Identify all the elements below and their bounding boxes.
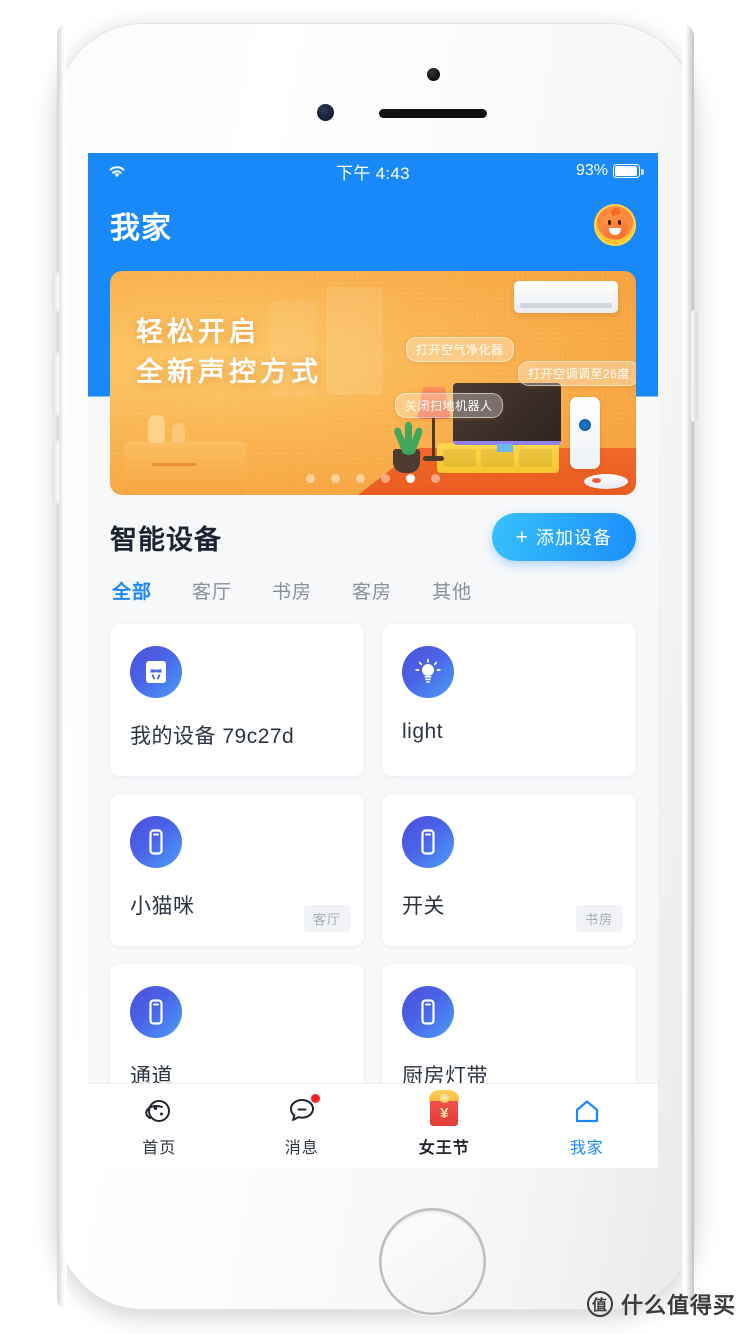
tab-item-messages[interactable]: 消息 bbox=[231, 1092, 374, 1158]
planet-icon bbox=[143, 1095, 175, 1127]
home-button[interactable] bbox=[379, 1208, 486, 1315]
add-device-label: 添加设备 bbox=[536, 528, 612, 548]
device-card[interactable]: 开关 书房 bbox=[382, 794, 636, 946]
device-name: 我的设备 79c27d bbox=[130, 725, 295, 748]
room-tab[interactable]: 客厅 bbox=[192, 577, 232, 604]
phone-screen: 下午 4:43 93% 我家 轻松开启 全新声控方式 打开空气净化器 打开空调调… bbox=[88, 153, 658, 1168]
room-tab[interactable]: 全部 bbox=[112, 577, 152, 604]
add-device-button[interactable]: + 添加设备 bbox=[491, 513, 636, 561]
plus-icon: + bbox=[515, 525, 529, 549]
device-name: light bbox=[402, 720, 444, 743]
banner-carousel[interactable]: 轻松开启 全新声控方式 打开空气净化器 打开空调调至26度 关闭扫地机器人 bbox=[110, 271, 636, 495]
banner-headline: 轻松开启 全新声控方式 bbox=[136, 313, 322, 393]
device-room-tag: 客厅 bbox=[303, 905, 350, 932]
watermark: 值 什么值得买 bbox=[586, 1288, 736, 1320]
room-tab[interactable]: 书房 bbox=[272, 577, 312, 604]
red-packet-icon: ¥ bbox=[428, 1089, 460, 1127]
tab-label: 首页 bbox=[142, 1139, 177, 1157]
nav-bar: 我家 bbox=[88, 189, 658, 261]
socket-icon bbox=[130, 646, 182, 698]
banner-carousel-wrap: 轻松开启 全新声控方式 打开空气净化器 打开空调调至26度 关闭扫地机器人 bbox=[88, 261, 658, 495]
tab-item-promo[interactable]: ¥ 女王节 bbox=[373, 1089, 516, 1158]
section-header: 智能设备 + 添加设备 bbox=[88, 495, 658, 561]
proximity-sensor-icon bbox=[317, 104, 334, 121]
status-time: 下午 4:43 bbox=[336, 163, 410, 183]
switch-icon bbox=[402, 816, 454, 868]
bottom-tab-bar[interactable]: 首页 消息 ¥ 女王节 我家 bbox=[88, 1083, 658, 1168]
device-grid: 我的设备 79c27d light 小猫咪 客厅 开关 书房 通道 厨房灯带 bbox=[88, 610, 658, 1116]
tab-label: 女王节 bbox=[418, 1139, 470, 1157]
device-card[interactable]: 小猫咪 客厅 bbox=[110, 794, 364, 946]
banner-dot[interactable] bbox=[356, 474, 365, 483]
page-title: 我家 bbox=[110, 212, 172, 245]
banner-dot[interactable] bbox=[331, 474, 340, 483]
voice-command-bubble: 打开空气净化器 bbox=[406, 337, 514, 362]
room-filter-tabs[interactable]: 全部 客厅 书房 客房 其他 bbox=[88, 561, 658, 610]
voice-command-bubble: 打开空调调至26度 bbox=[518, 361, 636, 386]
lightbulb-icon bbox=[402, 646, 454, 698]
battery-icon bbox=[613, 164, 644, 178]
watermark-text: 什么值得买 bbox=[620, 1293, 736, 1318]
banner-dot[interactable] bbox=[306, 474, 315, 483]
volume-down-button[interactable] bbox=[52, 440, 59, 504]
avatar[interactable] bbox=[594, 204, 636, 246]
room-tab[interactable]: 客房 bbox=[352, 577, 392, 604]
earpiece-speaker bbox=[379, 109, 487, 118]
smzdm-logo-icon: 值 bbox=[586, 1291, 613, 1317]
tab-item-myhome[interactable]: 我家 bbox=[516, 1095, 659, 1158]
notification-badge bbox=[309, 1092, 321, 1104]
wifi-icon bbox=[109, 166, 125, 178]
banner-dots[interactable] bbox=[110, 474, 636, 483]
banner-dot[interactable] bbox=[381, 474, 390, 483]
banner-headline-line1: 轻松开启 bbox=[136, 317, 260, 347]
silent-switch-button[interactable] bbox=[52, 272, 59, 312]
banner-dot[interactable] bbox=[406, 474, 415, 483]
device-card[interactable]: light bbox=[382, 624, 636, 776]
chat-bubble-icon bbox=[286, 1092, 321, 1127]
voice-command-bubble: 关闭扫地机器人 bbox=[395, 393, 503, 418]
switch-icon bbox=[130, 816, 182, 868]
banner-dot[interactable] bbox=[431, 474, 440, 483]
switch-icon bbox=[402, 986, 454, 1038]
tab-item-home[interactable]: 首页 bbox=[88, 1095, 231, 1158]
volume-up-button[interactable] bbox=[52, 352, 59, 416]
front-camera-icon bbox=[427, 68, 440, 81]
device-room-tag: 书房 bbox=[575, 905, 622, 932]
home-icon bbox=[571, 1095, 603, 1127]
battery-percent-label: 93% bbox=[575, 162, 608, 179]
banner-headline-line2: 全新声控方式 bbox=[136, 356, 322, 387]
power-button[interactable] bbox=[691, 310, 698, 422]
switch-icon bbox=[130, 986, 182, 1038]
section-title: 智能设备 bbox=[110, 524, 222, 555]
status-right-group: 93% bbox=[575, 162, 644, 180]
room-tab[interactable]: 其他 bbox=[432, 577, 472, 604]
device-card[interactable]: 我的设备 79c27d bbox=[110, 624, 364, 776]
status-bar: 下午 4:43 93% bbox=[88, 153, 658, 189]
tab-label: 我家 bbox=[569, 1139, 604, 1157]
tab-label: 消息 bbox=[284, 1139, 319, 1157]
